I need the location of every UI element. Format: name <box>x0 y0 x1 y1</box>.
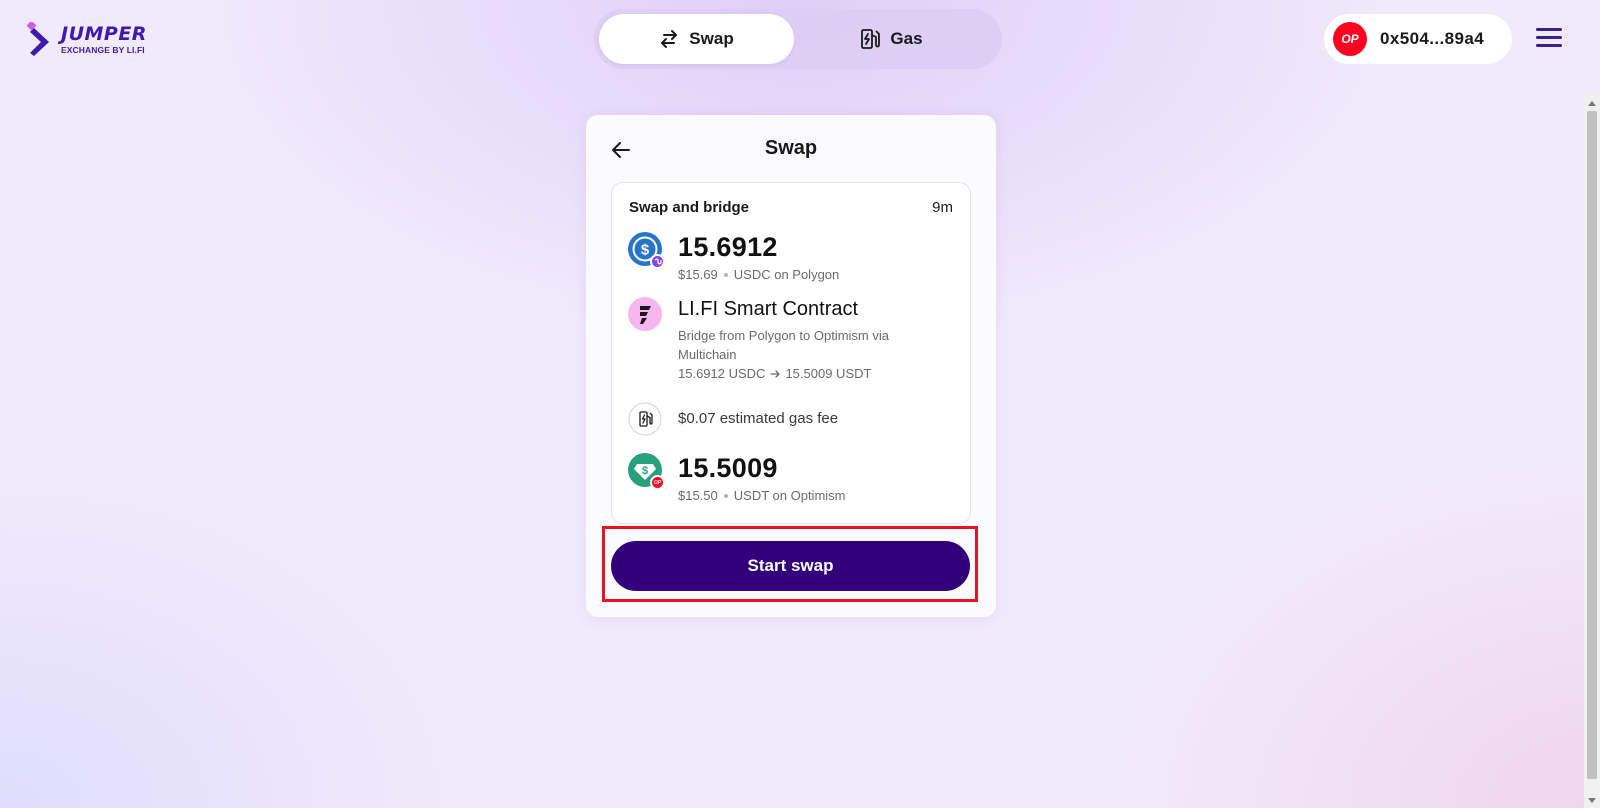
usdt-token-icon: $ OP <box>628 453 665 490</box>
tab-swap[interactable]: Swap <box>599 14 794 64</box>
polygon-chain-icon <box>650 254 665 269</box>
conversion-from: 15.6912 USDC <box>678 366 766 381</box>
tab-swap-label: Swap <box>689 29 734 48</box>
jumper-logo[interactable]: JUMPER EXCHANGE BY LI.FI <box>26 20 147 56</box>
separator-dot <box>723 493 728 498</box>
start-swap-button[interactable]: Start swap <box>611 541 970 591</box>
from-token-step: $ 15.6912 $15.69 USDC on Polygon <box>628 232 956 282</box>
bridge-description: Bridge from Polygon to Optimism via Mult… <box>678 328 889 362</box>
gas-fee-step: $0.07 estimated gas fee <box>628 402 956 436</box>
arrow-right-icon <box>770 364 781 383</box>
route-duration: 9m <box>932 199 953 216</box>
route-title: Swap and bridge <box>629 199 750 216</box>
scroll-down-arrow-icon[interactable] <box>1588 798 1596 803</box>
page-scrollbar[interactable] <box>1584 95 1600 808</box>
separator-dot <box>723 272 728 277</box>
conversion-to: 15.5009 USDT <box>785 366 872 381</box>
to-token-chain: USDT on Optimism <box>733 488 846 503</box>
to-usd-value: $15.50 <box>678 488 718 503</box>
jumper-logo-mark-icon <box>26 20 51 56</box>
route-details: Swap and bridge 9m $ 15.6912 $15.69 USDC… <box>611 182 971 524</box>
bridge-step: LI.FI Smart Contract Bridge from Polygon… <box>628 297 956 383</box>
to-token-step: $ OP 15.5009 $15.50 USDT on Optimism <box>628 453 956 503</box>
lifi-logo-icon <box>628 297 662 331</box>
wallet-address: 0x504...89a4 <box>1380 29 1485 48</box>
tab-gas-label: Gas <box>890 29 923 48</box>
main-tabs: Swap Gas <box>594 9 1002 69</box>
to-amount: 15.5009 <box>678 453 778 483</box>
gas-pump-icon <box>628 402 662 436</box>
from-usd-value: $15.69 <box>678 267 718 282</box>
logo-subtitle: EXCHANGE BY LI.FI <box>61 45 145 55</box>
optimism-chain-icon: OP <box>1333 22 1367 56</box>
usdc-token-icon: $ <box>628 232 665 269</box>
gas-pump-icon <box>860 28 881 50</box>
scroll-thumb[interactable] <box>1587 111 1597 779</box>
wallet-button[interactable]: OP 0x504...89a4 <box>1324 14 1512 64</box>
gas-fee-text: $0.07 estimated gas fee <box>678 410 839 427</box>
from-token-chain: USDC on Polygon <box>733 267 840 282</box>
svg-text:$: $ <box>641 242 650 259</box>
hamburger-menu-icon[interactable] <box>1536 28 1562 48</box>
scroll-up-arrow-icon[interactable] <box>1588 101 1596 106</box>
swap-arrows-icon <box>659 30 679 48</box>
logo-wordmark: JUMPER <box>61 23 147 45</box>
optimism-chain-icon: OP <box>650 475 665 490</box>
card-title: Swap <box>764 137 818 159</box>
svg-text:$: $ <box>642 465 648 477</box>
tab-gas[interactable]: Gas <box>794 14 989 64</box>
contract-name: LI.FI Smart Contract <box>678 298 859 320</box>
from-amount: 15.6912 <box>678 232 778 262</box>
